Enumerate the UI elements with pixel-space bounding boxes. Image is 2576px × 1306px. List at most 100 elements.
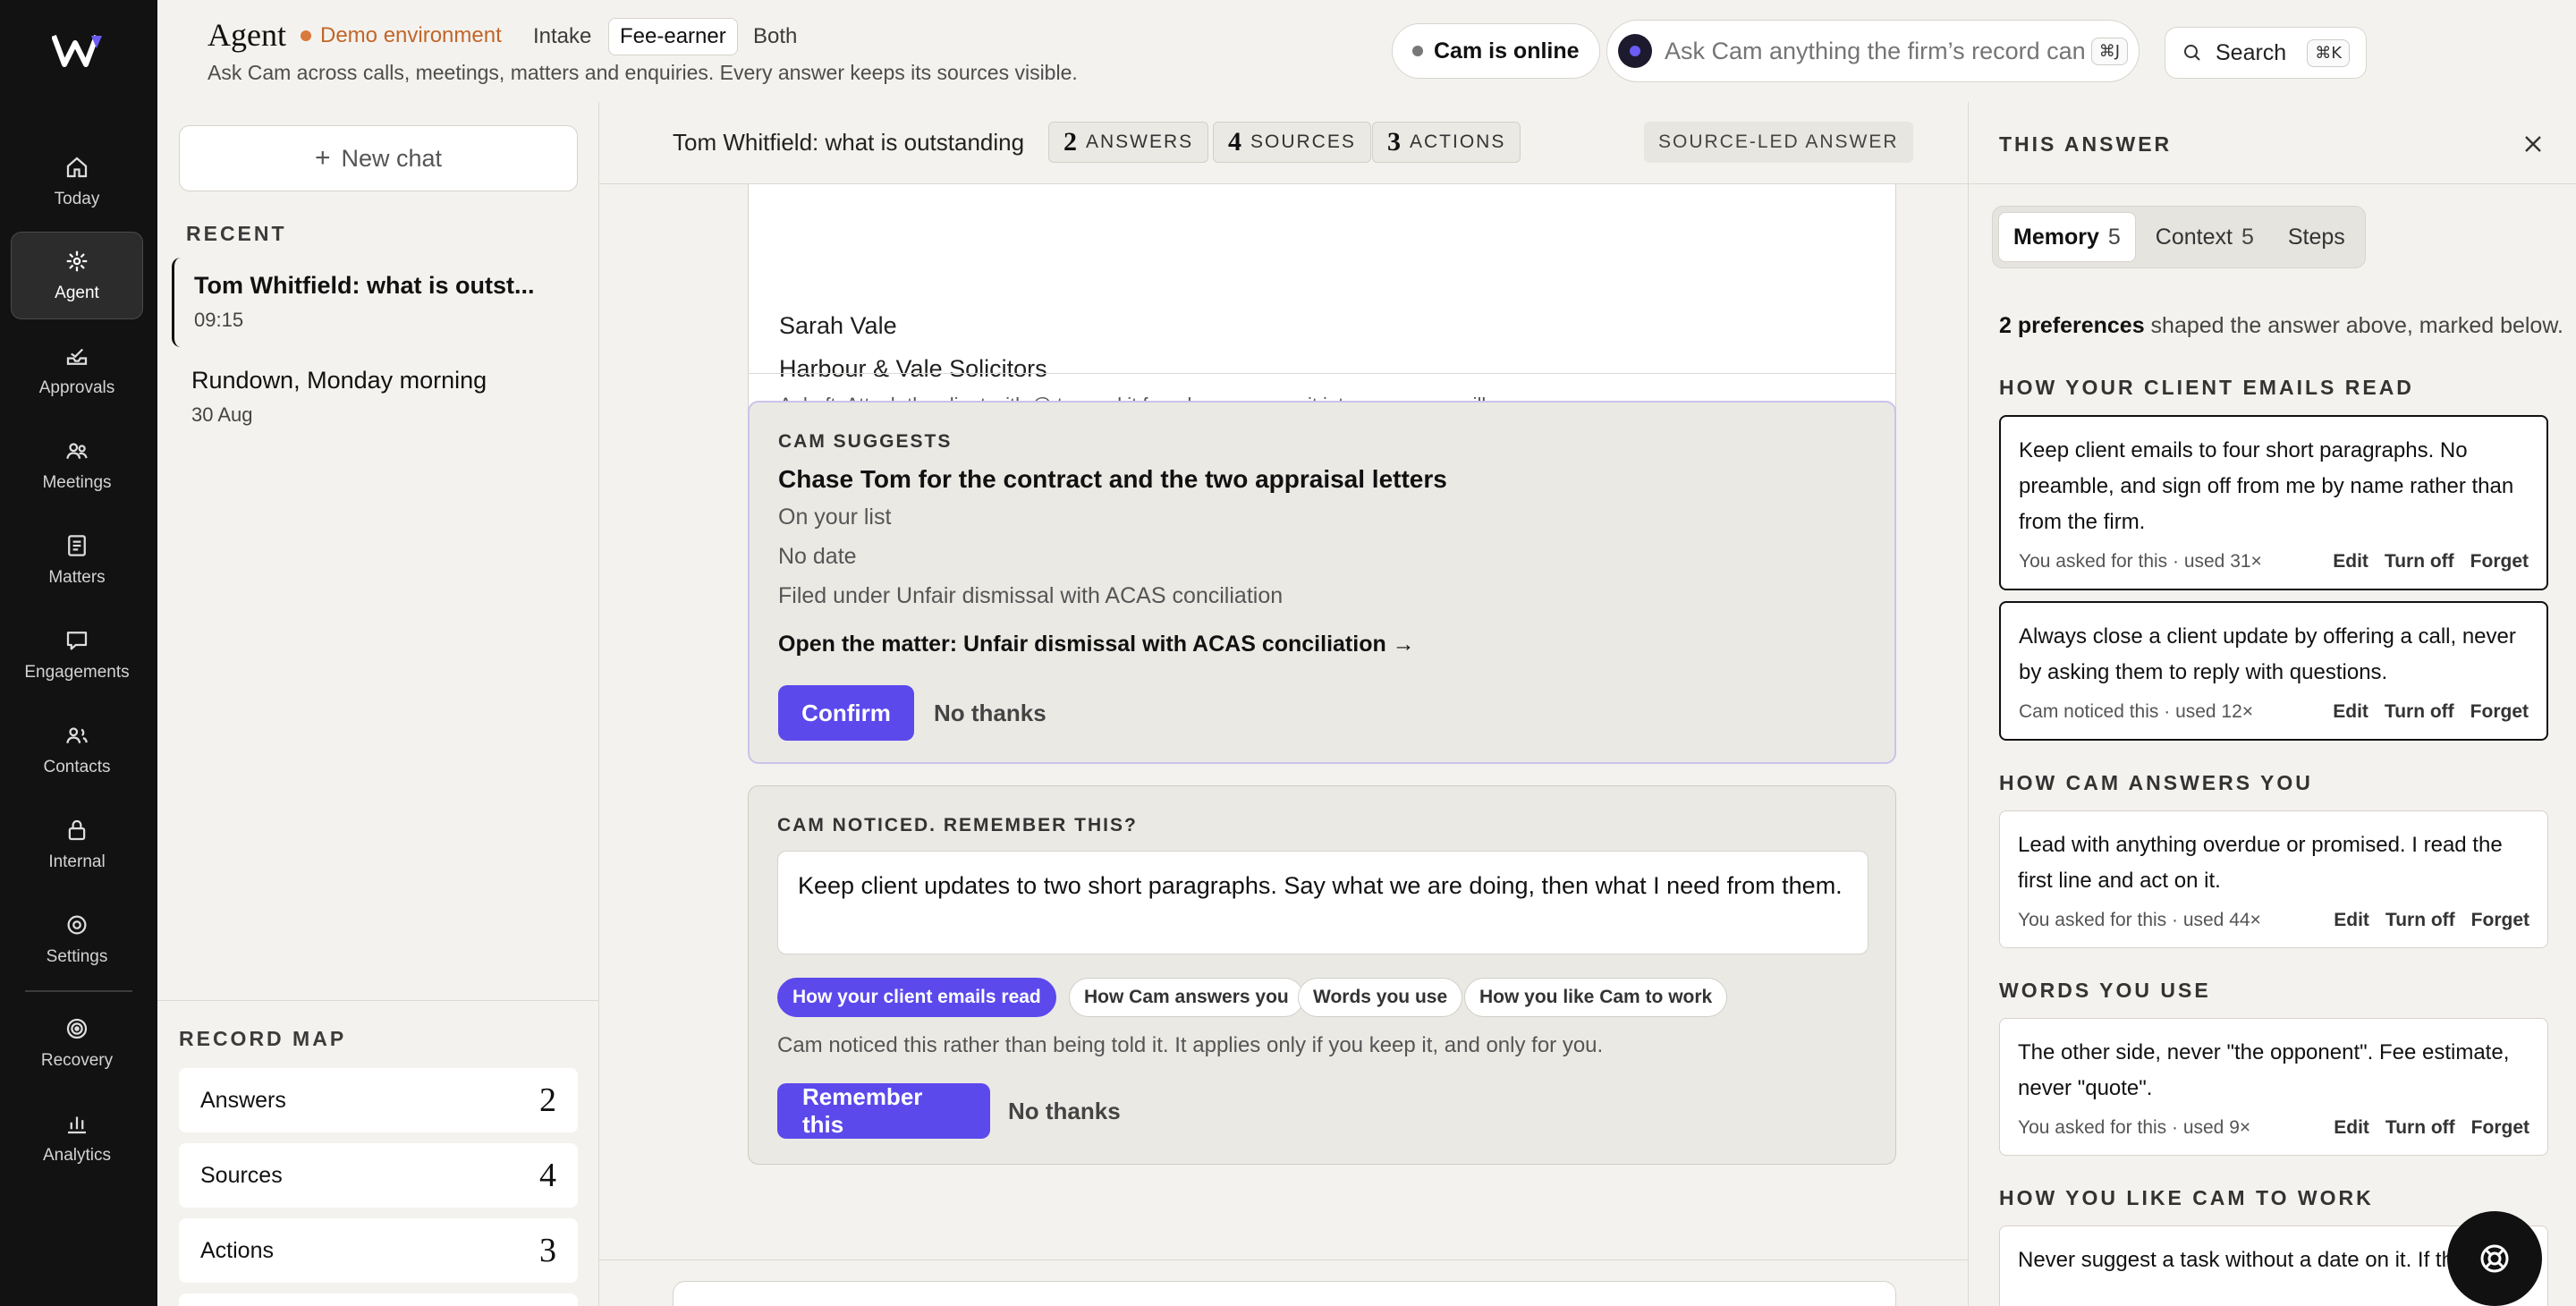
open-matter-link[interactable]: Open the matter: Unfair dismissal with A…: [778, 632, 1415, 657]
chat-item[interactable]: Rundown, Monday morning 30 Aug: [172, 352, 583, 442]
document-icon: [68, 535, 86, 556]
sources-count-pill[interactable]: 4 SOURCES: [1213, 122, 1371, 163]
nav-agent[interactable]: Agent: [11, 232, 143, 319]
forget-button[interactable]: Forget: [2471, 1117, 2529, 1139]
nav-label: Matters: [48, 568, 106, 587]
preference-meta: You asked for this · used 31×: [2019, 551, 2262, 572]
draft-email-card: Sarah Vale Harbour & Vale Solicitors A d…: [748, 156, 1896, 431]
people-icon: [66, 443, 88, 459]
tab-memory[interactable]: Memory 5: [1998, 212, 2136, 262]
panel-tabs: Memory 5 Context 5 Steps: [1992, 206, 2366, 268]
record-map-row-count: 4: [539, 1157, 556, 1194]
tab-label: Context: [2155, 224, 2233, 250]
confirm-button[interactable]: Confirm: [778, 685, 914, 741]
chat-list-column: + New chat RECENT Tom Whitfield: what is…: [157, 102, 599, 1306]
status-pill[interactable]: Cam is online: [1392, 23, 1600, 79]
tab-count: 5: [2241, 224, 2254, 250]
nav-label: Agent: [55, 284, 99, 302]
nav-contacts[interactable]: Contacts: [11, 706, 143, 793]
category-chip-client-emails[interactable]: How your client emails read: [777, 978, 1056, 1017]
status-label: Cam is online: [1434, 38, 1580, 64]
category-label: HOW YOU LIKE CAM TO WORK: [1999, 1186, 2374, 1209]
preference-card: The other side, never "the opponent". Fe…: [1999, 1018, 2548, 1156]
mode-tab-both[interactable]: Both: [742, 18, 808, 55]
nav-label: Today: [54, 190, 100, 208]
demo-status-dot: [301, 30, 311, 41]
lifebuoy-icon: [2480, 1244, 2509, 1273]
nav-today[interactable]: Today: [11, 138, 143, 225]
no-thanks-button[interactable]: No thanks: [934, 700, 1046, 727]
nav-recovery[interactable]: Recovery: [11, 999, 143, 1087]
new-chat-button[interactable]: + New chat: [179, 125, 578, 191]
preference-card: Always close a client update by offering…: [1999, 601, 2548, 741]
forget-button[interactable]: Forget: [2471, 910, 2529, 931]
nav-settings[interactable]: Settings: [11, 895, 143, 983]
search-button[interactable]: Search ⌘K: [2165, 27, 2367, 79]
memory-text-field[interactable]: Keep client updates to two short paragra…: [777, 851, 1868, 954]
page-subtitle: Ask Cam across calls, meetings, matters …: [208, 61, 1078, 84]
no-thanks-button[interactable]: No thanks: [1008, 1098, 1121, 1125]
preference-text: Keep client emails to four short paragra…: [2019, 438, 2514, 534]
count-value: 2: [1063, 127, 1077, 157]
nav-meetings[interactable]: Meetings: [11, 421, 143, 509]
conversation-title: Tom Whitfield: what is outstanding: [673, 129, 1025, 156]
turn-off-button[interactable]: Turn off: [2385, 1117, 2455, 1139]
turn-off-button[interactable]: Turn off: [2385, 551, 2454, 572]
category-chip-cam-work[interactable]: How you like Cam to work: [1464, 978, 1728, 1017]
actions-count-pill[interactable]: 3 ACTIONS: [1372, 122, 1521, 163]
edit-button[interactable]: Edit: [2333, 551, 2368, 572]
tab-steps[interactable]: Steps: [2274, 212, 2360, 262]
ask-shortcut-badge: ⌘J: [2090, 37, 2128, 65]
turn-off-button[interactable]: Turn off: [2385, 701, 2454, 723]
nav-label: Meetings: [42, 473, 112, 492]
page-title: Agent: [208, 17, 286, 53]
ask-cam-input[interactable]: [1665, 37, 2091, 65]
record-map-row-actions[interactable]: Actions 3: [179, 1218, 578, 1283]
nav-label: Recovery: [40, 1051, 114, 1070]
memory-suggestion-card: CAM NOTICED. REMEMBER THIS? Keep client …: [748, 785, 1896, 1165]
record-map-row-count: 2: [539, 1081, 556, 1119]
edit-button[interactable]: Edit: [2333, 701, 2368, 723]
lock-icon: [68, 819, 86, 841]
left-rail: Today Agent Approvals Meetings Matters E…: [0, 0, 157, 1306]
nav-internal[interactable]: Internal: [11, 801, 143, 888]
category-chip-words[interactable]: Words you use: [1298, 978, 1463, 1017]
contacts-icon: [66, 727, 88, 743]
close-icon[interactable]: [2521, 132, 2545, 156]
help-button[interactable]: [2447, 1211, 2542, 1306]
nav-engagements[interactable]: Engagements: [11, 611, 143, 699]
plus-icon: +: [314, 143, 331, 173]
record-map-row-label: Sources: [200, 1162, 283, 1188]
record-map-row-sources[interactable]: Sources 4: [179, 1143, 578, 1208]
divider: [599, 1259, 1968, 1260]
gear-icon: [67, 915, 87, 935]
preference-card: Lead with anything overdue or promised. …: [1999, 810, 2548, 948]
mode-tab-fee-earner[interactable]: Fee-earner: [608, 18, 738, 55]
forget-button[interactable]: Forget: [2470, 551, 2529, 572]
nav-matters[interactable]: Matters: [11, 516, 143, 604]
cam-orb-icon: [1618, 34, 1652, 68]
edit-button[interactable]: Edit: [2334, 1117, 2369, 1139]
nav-label: Internal: [48, 852, 106, 871]
nav-approvals[interactable]: Approvals: [11, 326, 143, 414]
turn-off-button[interactable]: Turn off: [2385, 910, 2455, 931]
mode-tab-intake[interactable]: Intake: [522, 18, 602, 55]
remember-this-button[interactable]: Remember this: [777, 1083, 990, 1139]
category-label: HOW YOUR CLIENT EMAILS READ: [1999, 376, 2414, 399]
category-chip-cam-answers[interactable]: How Cam answers you: [1069, 978, 1304, 1017]
tab-context[interactable]: Context 5: [2141, 212, 2268, 262]
preference-summary-text: shaped the answer above, marked below.: [2144, 313, 2563, 338]
suggestion-eyebrow: CAM SUGGESTS: [778, 431, 953, 452]
chat-item[interactable]: Tom Whitfield: what is outst... 09:15: [172, 258, 583, 347]
edit-button[interactable]: Edit: [2334, 910, 2369, 931]
nav-label: Settings: [46, 947, 108, 966]
answers-count-pill[interactable]: 2 ANSWERS: [1048, 122, 1209, 163]
ask-cam-box[interactable]: ⌘J: [1606, 20, 2140, 82]
record-map-row-answers[interactable]: Answers 2: [179, 1068, 578, 1132]
message-composer[interactable]: [673, 1281, 1896, 1306]
record-map-row[interactable]: [179, 1293, 578, 1306]
nav-analytics[interactable]: Analytics: [11, 1094, 143, 1182]
logo-icon[interactable]: [52, 32, 104, 68]
forget-button[interactable]: Forget: [2470, 701, 2529, 723]
nav-label: Contacts: [43, 758, 111, 776]
